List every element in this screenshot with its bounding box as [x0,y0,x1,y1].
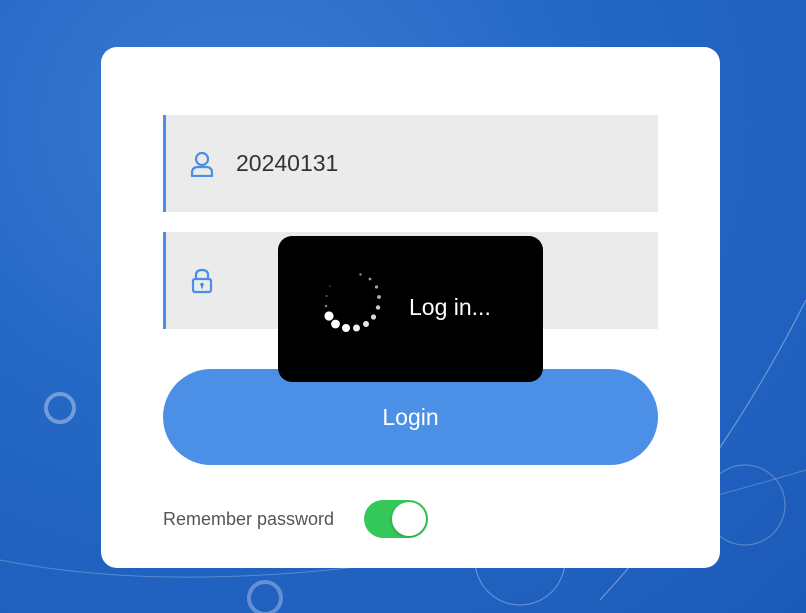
username-field[interactable] [163,115,658,212]
lock-icon [191,268,213,293]
remember-password-row: Remember password [163,499,429,539]
toggle-knob [392,502,427,536]
remember-password-toggle[interactable] [364,500,429,538]
username-input[interactable] [236,115,636,212]
login-button[interactable]: Login [163,369,658,465]
loading-text: Log in... [409,294,491,320]
remember-password-label: Remember password [163,508,335,529]
loading-overlay: Log in... [278,236,543,382]
user-icon [190,151,214,177]
spinner-icon [324,273,381,332]
